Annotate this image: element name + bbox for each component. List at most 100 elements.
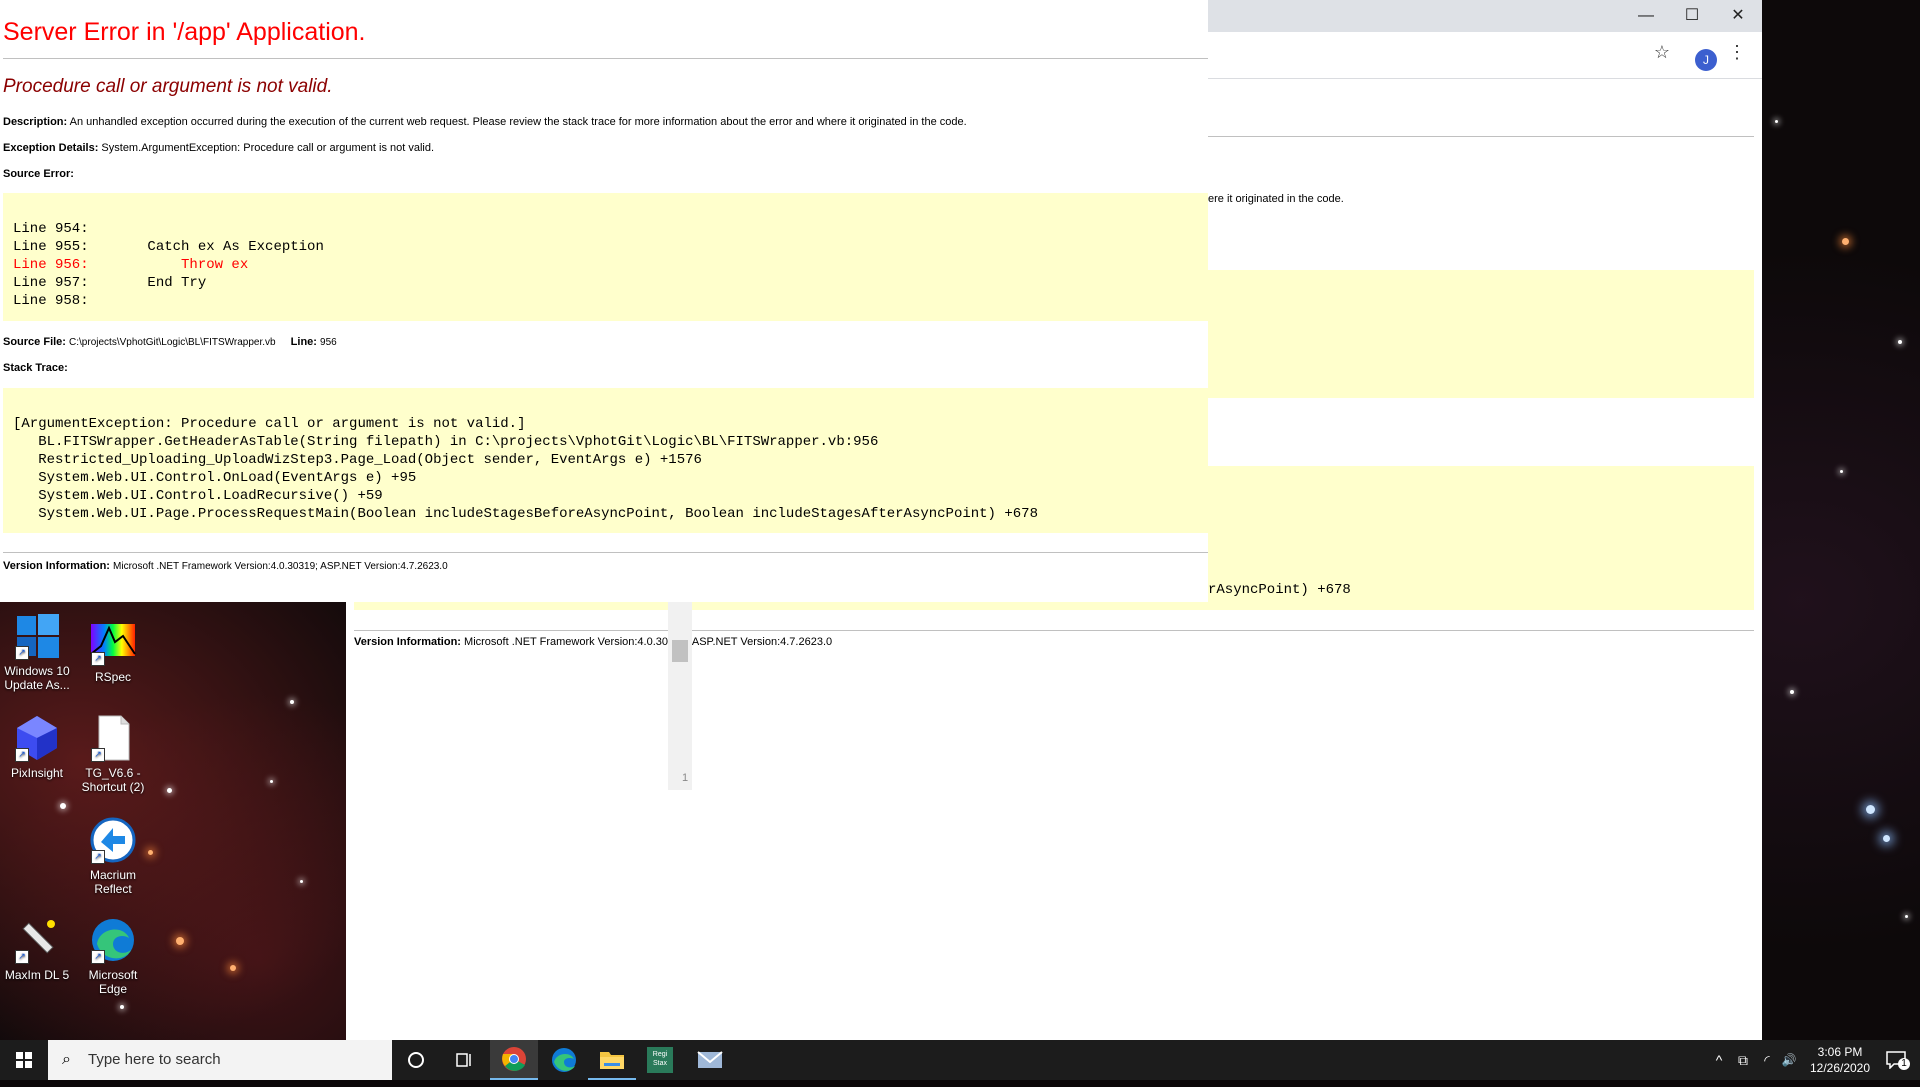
star	[1866, 805, 1875, 814]
stack-line: System.Web.UI.Page.ProcessRequestMain(Bo…	[13, 506, 1038, 522]
exception-text: System.ArgumentException: Procedure call…	[101, 142, 435, 154]
source-line-highlighted: Line 956: Throw ex	[13, 257, 249, 273]
desktop-icon-label: PixInsight	[10, 766, 64, 780]
taskbar-maxim[interactable]	[686, 1040, 734, 1080]
page-title: Server Error in '/app' Application.	[3, 18, 366, 46]
edge-icon	[552, 1048, 576, 1072]
stack-line: Restricted_Uploading_UploadWizStep3.Page…	[13, 452, 702, 468]
line-number: 956	[320, 337, 337, 348]
file-explorer-icon	[600, 1052, 624, 1069]
desktop-icon-windows-update[interactable]: ↗ Windows 10 Update As...	[0, 612, 76, 692]
notification-center-button[interactable]: 1	[1876, 1040, 1916, 1080]
tray-overflow-chevron[interactable]: ^	[1708, 1040, 1730, 1080]
start-button[interactable]	[0, 1040, 48, 1080]
windows-update-icon: ↗	[13, 612, 61, 660]
version-label: Version Information:	[354, 636, 461, 648]
desktop-icon-maxim-dl[interactable]: ↗ MaxIm DL 5	[0, 916, 76, 982]
stack-line: System.Web.UI.Control.OnLoad(EventArgs e…	[13, 470, 417, 486]
source-line: Line 958:	[13, 293, 89, 309]
regi-stax-icon: Regi Stax	[647, 1047, 673, 1073]
version-label: Version Information:	[3, 560, 110, 572]
taskbar-regi-stax[interactable]: Regi Stax	[636, 1040, 684, 1080]
server-error-page: Server Error in '/app' Application. Proc…	[0, 0, 1208, 602]
desktop-icon-macrium-reflect[interactable]: ↗ Macrium Reflect	[74, 816, 152, 896]
cortana-icon	[408, 1052, 424, 1068]
minimize-button[interactable]: —	[1623, 0, 1669, 32]
desktop-icon-label: Microsoft Edge	[88, 968, 138, 996]
profile-avatar[interactable]: J	[1695, 49, 1717, 71]
version-value: Microsoft .NET Framework Version:4.0.303…	[464, 636, 833, 648]
scroll-fragment-text: 1	[682, 772, 689, 784]
bookmark-star-icon[interactable]: ☆	[1654, 42, 1670, 63]
edge-icon: ↗	[89, 916, 137, 964]
scrollbar-thumb[interactable]	[672, 640, 688, 662]
shortcut-arrow-icon: ↗	[15, 646, 29, 660]
taskbar-search-box[interactable]: ⌕ Type here to search	[48, 1040, 392, 1080]
star	[270, 780, 273, 783]
maxim-taskbar-icon	[697, 1051, 723, 1068]
source-error-heading: Source Error:	[3, 168, 74, 180]
desktop-icon-label: RSpec	[94, 670, 132, 684]
exception-row: Exception Details: System.ArgumentExcept…	[3, 142, 434, 154]
volume-icon[interactable]: 🔊	[1778, 1040, 1800, 1080]
regi-stax-label: Regi Stax	[652, 1051, 668, 1067]
close-button[interactable]: ✕	[1715, 0, 1761, 32]
description-tail-text: ere it originated in the code.	[1208, 193, 1344, 205]
star	[1790, 690, 1794, 694]
desktop-icon-label: MaxIm DL 5	[4, 968, 70, 982]
taskbar-edge[interactable]	[540, 1040, 588, 1080]
version-row: Version Information: Microsoft .NET Fram…	[3, 560, 448, 572]
error-subtitle: Procedure call or argument is not valid.	[3, 76, 333, 97]
star	[1840, 470, 1843, 473]
divider	[354, 630, 1754, 631]
maxim-dl-icon: ↗	[13, 916, 61, 964]
source-file-label: Source File:	[3, 336, 66, 348]
desktop-icon-rspec[interactable]: ↗ RSpec	[74, 618, 152, 684]
star	[176, 937, 184, 945]
maximize-button[interactable]: ☐	[1669, 0, 1715, 32]
star	[167, 788, 172, 793]
source-error-label: Source Error:	[3, 168, 74, 180]
desktop-icon-label: TG_V6.6 - Shortcut (2)	[81, 766, 145, 794]
stack-trace-heading: Stack Trace:	[3, 362, 68, 374]
source-line: Line 957: End Try	[13, 275, 207, 291]
star	[1905, 915, 1908, 918]
meet-now-icon[interactable]: ⧉	[1732, 1040, 1754, 1080]
star	[290, 700, 294, 704]
line-label: Line:	[290, 336, 317, 348]
source-error-box: Line 954: Line 955: Catch ex As Exceptio…	[3, 193, 1208, 321]
stack-line: System.Web.UI.Control.LoadRecursive() +5…	[13, 488, 383, 504]
shortcut-arrow-icon: ↗	[15, 950, 29, 964]
source-line: Line 954:	[13, 221, 89, 237]
desktop-icon-microsoft-edge[interactable]: ↗ Microsoft Edge	[74, 916, 152, 996]
browser-menu-icon[interactable]: ⋮	[1728, 42, 1746, 63]
version-text: Microsoft .NET Framework Version:4.0.303…	[113, 561, 448, 572]
star	[60, 803, 66, 809]
taskbar-chrome[interactable]	[490, 1040, 538, 1080]
desktop-icon-pixinsight[interactable]: ↗ PixInsight	[0, 714, 76, 780]
shortcut-arrow-icon: ↗	[91, 950, 105, 964]
rspec-icon: ↗	[89, 618, 137, 666]
shortcut-arrow-icon: ↗	[91, 652, 105, 666]
divider	[3, 58, 1208, 59]
taskbar: ⌕ Type here to search Regi Stax ^ ⧉ ◜ 🔊 …	[0, 1040, 1920, 1080]
shortcut-arrow-icon: ↗	[91, 850, 105, 864]
notification-count: 1	[1898, 1058, 1910, 1070]
scrollbar[interactable]: 1	[668, 600, 692, 790]
star	[300, 880, 303, 883]
task-view-button[interactable]	[440, 1040, 488, 1080]
network-icon[interactable]: ◜	[1756, 1040, 1778, 1080]
description-row: Description: An unhandled exception occu…	[3, 116, 967, 128]
desktop-icon-label: Windows 10 Update As...	[4, 664, 70, 692]
stack-line: BL.FITSWrapper.GetHeaderAsTable(String f…	[13, 434, 879, 450]
star	[230, 965, 236, 971]
desktop-icon-tg-shortcut[interactable]: ↗ TG_V6.6 - Shortcut (2)	[74, 714, 152, 794]
description-text: An unhandled exception occurred during t…	[69, 116, 967, 128]
cortana-button[interactable]	[392, 1040, 440, 1080]
star	[1775, 120, 1778, 123]
search-icon: ⌕	[62, 1051, 71, 1068]
stack-trace-label: Stack Trace:	[3, 362, 68, 374]
taskbar-clock[interactable]: 3:06 PM 12/26/2020	[1800, 1044, 1880, 1076]
taskbar-file-explorer[interactable]	[588, 1040, 636, 1080]
clock-date: 12/26/2020	[1809, 1061, 1871, 1075]
